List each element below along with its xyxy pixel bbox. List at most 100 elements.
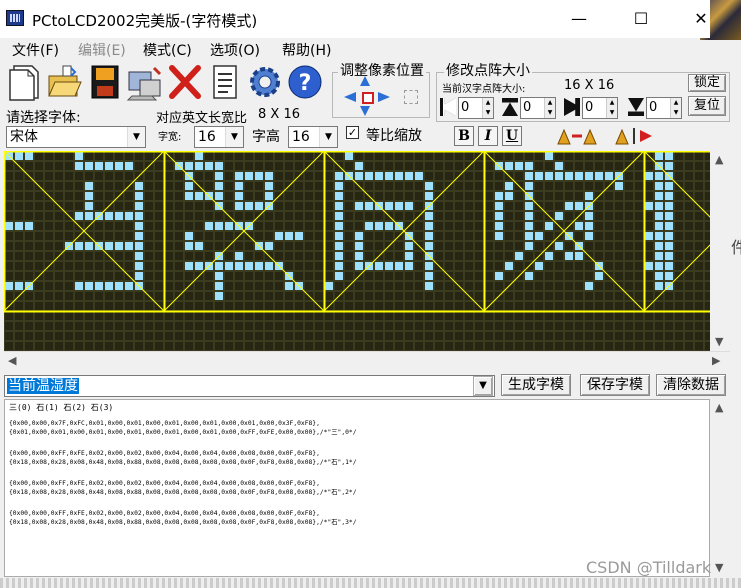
scroll-down-icon[interactable]: ▼ bbox=[715, 561, 723, 574]
height-select[interactable]: 16 ▼ bbox=[288, 126, 338, 148]
notes-icon[interactable] bbox=[206, 62, 244, 102]
maximize-button[interactable]: ☐ bbox=[626, 8, 656, 30]
left-spin[interactable]: 0 ▲ ▼ bbox=[458, 97, 494, 119]
pixel-on bbox=[385, 202, 393, 210]
dot-matrix-svg[interactable] bbox=[4, 151, 710, 351]
pixel-off bbox=[535, 292, 543, 300]
menu-help[interactable]: 帮助(H) bbox=[282, 40, 331, 60]
clear-button[interactable]: 清除数据 bbox=[656, 374, 726, 396]
pixel-off bbox=[5, 262, 13, 270]
pixel-off bbox=[155, 172, 163, 180]
open-file-icon[interactable] bbox=[45, 62, 83, 102]
pixel-off bbox=[655, 342, 663, 350]
pixel-off bbox=[175, 302, 183, 310]
menu-mode[interactable]: 模式(C) bbox=[143, 40, 192, 60]
pixel-off bbox=[615, 212, 623, 220]
chevron-down-icon[interactable]: ▼ bbox=[319, 127, 337, 147]
dot-matrix-canvas[interactable] bbox=[4, 151, 710, 351]
pixel-off bbox=[135, 312, 143, 320]
minimize-button[interactable]: — bbox=[564, 8, 594, 30]
scroll-up-icon[interactable]: ▲ bbox=[715, 401, 723, 414]
scroll-up-icon[interactable]: ▲ bbox=[715, 153, 723, 166]
scroll-down-icon[interactable]: ▼ bbox=[715, 335, 723, 348]
pixel-off bbox=[505, 252, 513, 260]
settings-gear-icon[interactable] bbox=[246, 62, 284, 102]
pixel-on bbox=[375, 172, 383, 180]
pixel-off bbox=[155, 202, 163, 210]
pixel-off bbox=[375, 242, 383, 250]
reset-button[interactable]: 复位 bbox=[688, 96, 726, 116]
text-input[interactable]: 当前温湿度 bbox=[4, 375, 495, 397]
pixel-off bbox=[55, 342, 63, 350]
new-file-icon[interactable] bbox=[6, 62, 44, 102]
right-spin[interactable]: 0 ▲ ▼ bbox=[582, 97, 618, 119]
mirror-icon[interactable] bbox=[614, 126, 656, 146]
pixel-off bbox=[25, 212, 33, 220]
save-font-button[interactable]: 保存字模 bbox=[580, 374, 650, 396]
proportional-checkbox[interactable]: ✓ bbox=[346, 126, 359, 139]
close-button[interactable]: ✕ bbox=[686, 8, 716, 30]
pixel-off bbox=[605, 282, 613, 290]
generate-button[interactable]: 生成字模 bbox=[501, 374, 571, 396]
rotate-icon[interactable] bbox=[556, 126, 598, 146]
pixel-off bbox=[405, 152, 413, 160]
pixel-off bbox=[435, 282, 443, 290]
spin-arrows-icon[interactable]: ▲ ▼ bbox=[606, 98, 617, 118]
output-scrollbar[interactable]: ▲ ▼ bbox=[710, 399, 730, 577]
bottom-spin[interactable]: 0 ▲ ▼ bbox=[646, 97, 682, 119]
menu-options[interactable]: 选项(O) bbox=[210, 40, 260, 60]
pixel-off bbox=[295, 332, 303, 340]
scroll-right-icon[interactable]: ▶ bbox=[712, 354, 720, 367]
delete-icon[interactable] bbox=[166, 62, 204, 102]
underline-button[interactable]: U bbox=[502, 126, 522, 146]
grid-vertical-scrollbar[interactable]: ▲ ▼ bbox=[710, 151, 730, 351]
chevron-down-icon[interactable]: ▼ bbox=[225, 127, 243, 147]
pixel-off bbox=[325, 332, 333, 340]
menu-file[interactable]: 文件(F) bbox=[12, 40, 59, 60]
save-icon[interactable] bbox=[86, 62, 124, 102]
pixel-off bbox=[575, 162, 583, 170]
pixel-off bbox=[215, 342, 223, 350]
pixel-off bbox=[265, 162, 273, 170]
spin-arrows-icon[interactable]: ▲ ▼ bbox=[482, 98, 493, 118]
pixel-on bbox=[525, 202, 533, 210]
pixel-off bbox=[75, 272, 83, 280]
pixel-off bbox=[165, 212, 173, 220]
pixel-off bbox=[285, 212, 293, 220]
spin-arrows-icon[interactable]: ▲ ▼ bbox=[544, 98, 555, 118]
pixel-off bbox=[135, 342, 143, 350]
pixel-off bbox=[385, 332, 393, 340]
pixel-on bbox=[645, 262, 653, 270]
pixel-off bbox=[245, 192, 253, 200]
grid-horizontal-scrollbar[interactable]: ◀ ▶ bbox=[4, 351, 730, 369]
scroll-left-icon[interactable]: ◀ bbox=[8, 354, 16, 367]
title-bar[interactable]: PCtoLCD2002完美版-(字符模式) — ☐ ✕ bbox=[0, 0, 710, 38]
export-icon[interactable] bbox=[126, 62, 164, 102]
menu-edit[interactable]: 编辑(E) bbox=[78, 40, 126, 60]
output-textarea[interactable]: 三(0) 石(1) 石(2) 石(3) {0x00,0x00,0x7F,0xFC… bbox=[4, 399, 710, 577]
pixel-off bbox=[685, 342, 693, 350]
pixel-off bbox=[595, 202, 603, 210]
width-select[interactable]: 16 ▼ bbox=[194, 126, 244, 148]
current-matrix-label: 当前汉字点阵大小: bbox=[442, 84, 526, 95]
bold-button[interactable]: B bbox=[454, 126, 474, 146]
chevron-down-icon[interactable]: ▼ bbox=[127, 127, 145, 147]
invert-icon[interactable] bbox=[404, 90, 418, 104]
chevron-down-icon[interactable]: ▼ bbox=[473, 376, 493, 396]
pixel-off bbox=[155, 262, 163, 270]
pixel-off bbox=[375, 212, 383, 220]
lock-button[interactable]: 锁定 bbox=[688, 74, 726, 92]
italic-button[interactable]: I bbox=[478, 126, 498, 146]
pixel-off bbox=[185, 212, 193, 220]
font-select[interactable]: 宋体 ▼ bbox=[6, 126, 146, 148]
pixel-off bbox=[655, 322, 663, 330]
center-icon[interactable] bbox=[362, 92, 374, 104]
spin-arrows-icon[interactable]: ▲ ▼ bbox=[670, 98, 681, 118]
pixel-off bbox=[475, 222, 483, 230]
pixel-off bbox=[525, 292, 533, 300]
top-spin[interactable]: 0 ▲ ▼ bbox=[520, 97, 556, 119]
pixel-off bbox=[465, 222, 473, 230]
help-icon[interactable]: ? bbox=[286, 62, 324, 102]
pixel-off bbox=[115, 292, 123, 300]
pixel-off bbox=[265, 292, 273, 300]
